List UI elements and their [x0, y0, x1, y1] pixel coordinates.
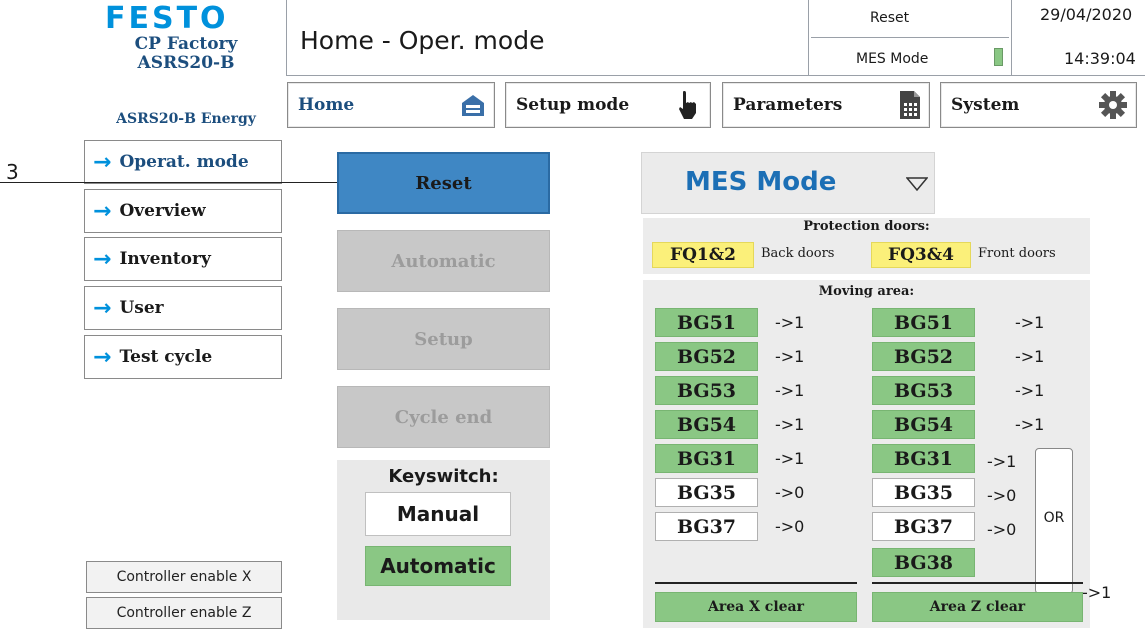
- header-divider: [286, 0, 287, 75]
- bg37-x-indicator: BG37: [655, 512, 758, 541]
- bg38-z-indicator: BG38: [872, 548, 975, 577]
- nav-parameters-button[interactable]: Parameters: [722, 82, 930, 128]
- time-display: 14:39:04: [1064, 49, 1136, 68]
- bg54-x-indicator: BG54: [655, 410, 758, 439]
- nav-parameters-label: Parameters: [733, 95, 843, 115]
- bg52-x-value: ->1: [775, 347, 805, 366]
- bg51-x-value: ->1: [775, 313, 805, 332]
- chevron-down-icon: [906, 177, 928, 191]
- bg53-z-indicator: BG53: [872, 376, 975, 405]
- sidebar-item-label: Inventory: [119, 249, 211, 269]
- mes-mode-status: MES Mode: [856, 51, 929, 67]
- mes-mode-dropdown[interactable]: MES Mode: [641, 152, 935, 214]
- area-z-separator: [872, 582, 1083, 584]
- reset-status: Reset: [870, 10, 910, 26]
- bg52-z-indicator: BG52: [872, 342, 975, 371]
- keyswitch-manual: Manual: [365, 492, 511, 536]
- front-doors-label: Front doors: [978, 246, 1056, 261]
- bg38-z-value: ->1: [1082, 583, 1112, 602]
- nav-system-button[interactable]: System: [940, 82, 1137, 128]
- arrow-right-icon: →: [93, 295, 112, 321]
- callout-number: 3: [6, 160, 19, 184]
- bg54-z-indicator: BG54: [872, 410, 975, 439]
- bg31-z-value: ->1: [987, 452, 1017, 471]
- nav-system-label: System: [951, 95, 1020, 115]
- sidebar-item-test-cycle[interactable]: → Test cycle: [84, 335, 282, 379]
- controller-enable-x-button[interactable]: Controller enable X: [86, 561, 282, 593]
- bg31-z-indicator: BG31: [872, 444, 975, 473]
- bg52-x-indicator: BG52: [655, 342, 758, 371]
- bg51-z-indicator: BG51: [872, 308, 975, 337]
- home-icon: [462, 95, 484, 116]
- protection-doors-title: Protection doors:: [803, 219, 930, 234]
- moving-area-title: Moving area:: [818, 284, 915, 299]
- bg35-x-value: ->0: [775, 483, 805, 502]
- bg53-x-value: ->1: [775, 381, 805, 400]
- arrow-right-icon: →: [93, 344, 112, 370]
- bg35-z-indicator: BG35: [872, 478, 975, 507]
- cycle-end-button[interactable]: Cycle end: [337, 386, 550, 448]
- arrow-right-icon: →: [93, 246, 112, 272]
- bg31-x-value: ->1: [775, 449, 805, 468]
- arrow-right-icon: →: [93, 198, 112, 224]
- header-divider: [808, 0, 809, 75]
- bg53-z-value: ->1: [1015, 381, 1045, 400]
- bg51-x-indicator: BG51: [655, 308, 758, 337]
- header-divider: [811, 37, 1009, 38]
- sidebar-item-label: Test cycle: [119, 347, 213, 367]
- factory-label: CP Factory: [134, 34, 238, 54]
- area-x-separator: [655, 582, 857, 584]
- sidebar-item-overview[interactable]: → Overview: [84, 189, 282, 233]
- reset-button[interactable]: Reset: [337, 152, 550, 214]
- bg54-x-value: ->1: [775, 415, 805, 434]
- bg54-z-value: ->1: [1015, 415, 1045, 434]
- nav-home-button[interactable]: Home: [287, 82, 495, 128]
- back-doors-label: Back doors: [761, 246, 835, 261]
- automatic-button[interactable]: Automatic: [337, 230, 550, 292]
- bg31-x-indicator: BG31: [655, 444, 758, 473]
- or-label: OR: [1043, 510, 1065, 526]
- page-title: Home - Oper. mode: [300, 26, 545, 55]
- area-z-clear-indicator: Area Z clear: [872, 592, 1083, 622]
- date-display: 29/04/2020: [1040, 5, 1133, 24]
- keyswitch-panel: Keyswitch: Manual Automatic: [337, 460, 550, 620]
- bg37-z-indicator: BG37: [872, 512, 975, 541]
- hand-pointer-icon: [679, 91, 696, 119]
- keyswitch-label: Keyswitch:: [388, 466, 499, 487]
- station-label: ASRS20-B: [137, 53, 235, 73]
- keyswitch-automatic: Automatic: [365, 546, 511, 586]
- station-variant-label: ASRS20-B Energy: [116, 111, 256, 127]
- bg51-z-value: ->1: [1015, 313, 1045, 332]
- header-divider: [286, 75, 1145, 76]
- sidebar-item-label: Overview: [119, 201, 206, 221]
- mes-mode-dropdown-value: MES Mode: [685, 167, 837, 197]
- bg53-x-indicator: BG53: [655, 376, 758, 405]
- nav-setup-mode-label: Setup mode: [516, 95, 630, 115]
- arrow-right-icon: →: [93, 149, 112, 175]
- nav-home-label: Home: [298, 95, 355, 115]
- festo-logo: FESTO: [105, 1, 229, 36]
- bg52-z-value: ->1: [1015, 347, 1045, 366]
- fq12-indicator: FQ1&2: [652, 242, 754, 268]
- controller-enable-z-button[interactable]: Controller enable Z: [86, 597, 282, 629]
- bg37-x-value: ->0: [775, 517, 805, 536]
- sidebar-item-label: User: [119, 298, 164, 318]
- gear-icon: [1099, 91, 1127, 119]
- bg37-z-value: ->0: [987, 520, 1017, 539]
- area-x-clear-indicator: Area X clear: [655, 592, 857, 622]
- bg35-x-indicator: BG35: [655, 478, 758, 507]
- mes-mode-indicator: [994, 48, 1003, 66]
- setup-button[interactable]: Setup: [337, 308, 550, 370]
- header-divider: [1011, 0, 1012, 75]
- sidebar-item-inventory[interactable]: → Inventory: [84, 237, 282, 281]
- sidebar-item-label: Operat. mode: [119, 152, 249, 172]
- sidebar-item-operat-mode[interactable]: → Operat. mode: [84, 140, 282, 184]
- callout-line: [0, 182, 355, 183]
- fq34-indicator: FQ3&4: [871, 242, 971, 268]
- nav-setup-mode-button[interactable]: Setup mode: [505, 82, 711, 128]
- bg35-z-value: ->0: [987, 486, 1017, 505]
- sidebar-item-user[interactable]: → User: [84, 286, 282, 330]
- document-list-icon: [900, 91, 920, 119]
